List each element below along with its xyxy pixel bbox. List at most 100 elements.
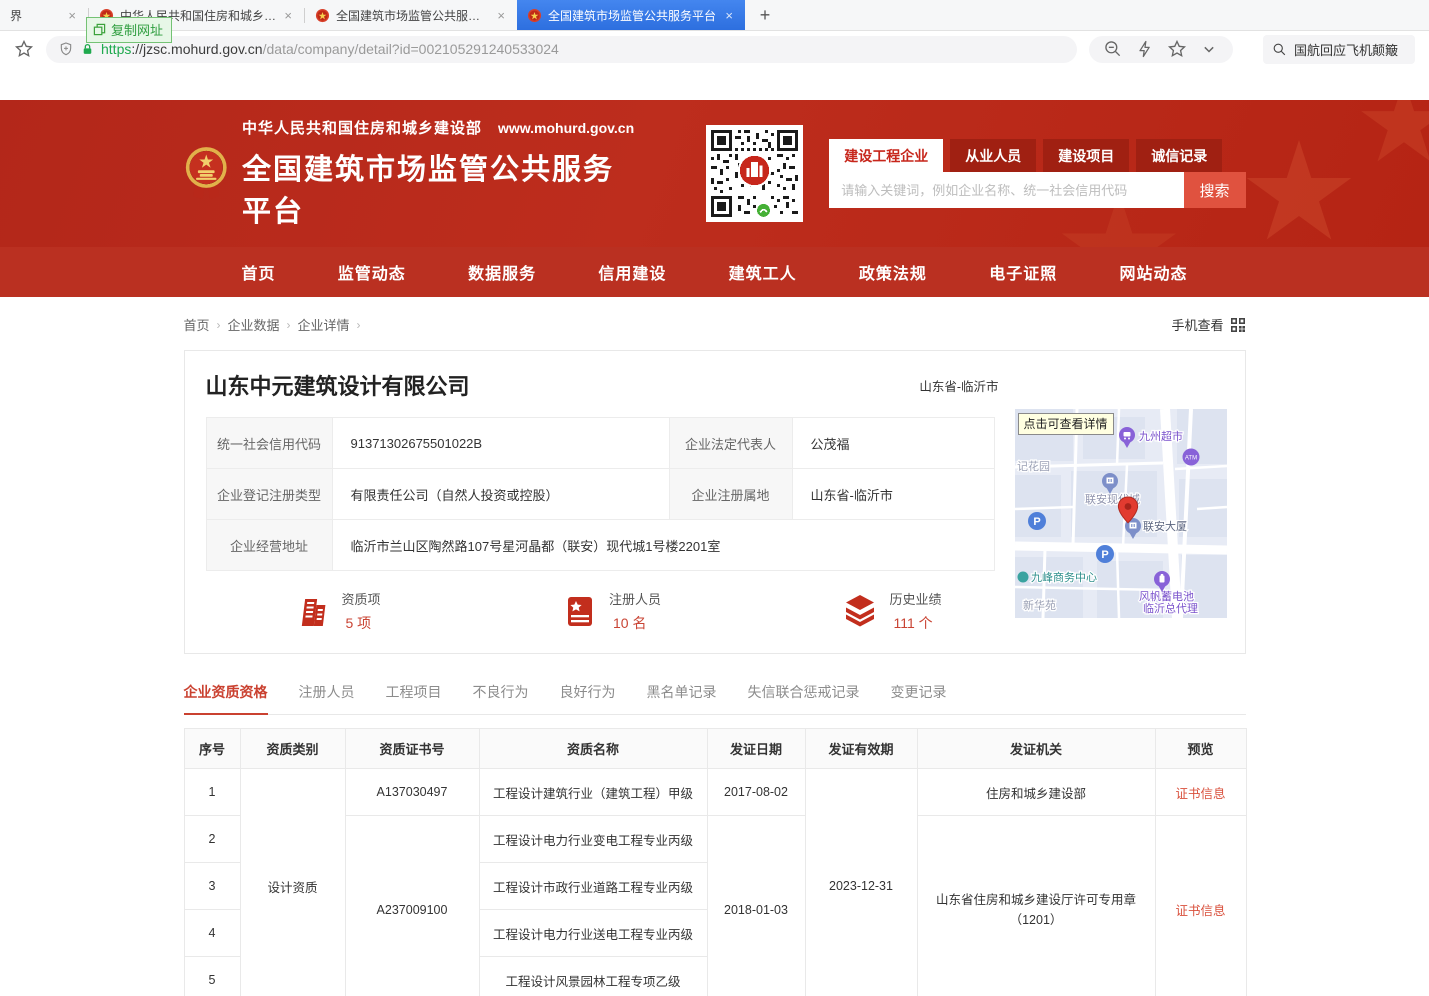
ministry-name: 中华人民共和国住房和城乡建设部 bbox=[242, 120, 482, 137]
cell-cert-name: 工程设计电力行业送电工程专业丙级 bbox=[479, 910, 707, 957]
map-label-garden: 记花园 bbox=[1017, 460, 1050, 473]
stat-value: 111 个 bbox=[889, 613, 941, 633]
tab-dishonesty[interactable]: 失信联合惩戒记录 bbox=[748, 682, 860, 714]
browser-tab-jzsc[interactable]: 全国建筑市场监管公共服务平台 × bbox=[305, 0, 517, 30]
stat-label: 注册人员 bbox=[609, 589, 661, 608]
browser-tab-active[interactable]: 全国建筑市场监管公共服务平台 × bbox=[517, 0, 745, 30]
nav-item-credit[interactable]: 信用建设 bbox=[598, 260, 666, 284]
detail-tabs: 企业资质资格 注册人员 工程项目 不良行为 良好行为 黑名单记录 失信联合惩戒记… bbox=[184, 682, 1246, 715]
new-tab-button[interactable]: + bbox=[745, 0, 785, 30]
map-label-battery-line2: 临沂总代理 bbox=[1143, 601, 1198, 615]
chevron-down-icon[interactable] bbox=[1199, 39, 1219, 59]
breadcrumb-home[interactable]: 首页 bbox=[184, 315, 210, 334]
nav-item-policy[interactable]: 政策法规 bbox=[859, 260, 927, 284]
tab-change-records[interactable]: 变更记录 bbox=[891, 682, 947, 714]
url-host: ://jzsc.mohurd.gov.cn bbox=[131, 41, 262, 57]
authority-line1: 山东省住房和城乡建设厅许可专用章 bbox=[924, 890, 1149, 910]
mobile-view-button[interactable]: 手机查看 bbox=[1171, 315, 1245, 334]
browser-tab-strip: 界 × 中华人民共和国住房和城乡建设 × 全国建筑市场监管公共服务平台 × 全国… bbox=[0, 0, 1429, 31]
nav-item-site-news[interactable]: 网站动态 bbox=[1119, 260, 1187, 284]
mobile-view-label: 手机查看 bbox=[1171, 315, 1223, 334]
nav-item-home[interactable]: 首页 bbox=[242, 260, 276, 284]
tab-good-behavior[interactable]: 良好行为 bbox=[560, 682, 616, 714]
reg-type-value: 有限责任公司（自然人投资或控股） bbox=[332, 469, 669, 520]
shield-icon[interactable] bbox=[58, 41, 74, 57]
company-stats: 资质项 5 项 注册人员 10 名 历史业绩 111 个 bbox=[294, 589, 942, 633]
search-button[interactable]: 搜索 bbox=[1184, 172, 1246, 208]
nav-item-workers[interactable]: 建筑工人 bbox=[729, 260, 797, 284]
tab-qualifications[interactable]: 企业资质资格 bbox=[184, 682, 268, 715]
credit-code-value: 91371302675501022B bbox=[332, 418, 669, 469]
map-label-parking: P bbox=[1101, 549, 1108, 561]
header-search-widget: 建设工程企业 从业人员 建设项目 诚信记录 搜索 bbox=[829, 139, 1245, 208]
nav-item-supervision[interactable]: 监管动态 bbox=[338, 260, 406, 284]
cell-validity: 2023-12-31 bbox=[805, 769, 917, 996]
search-icon bbox=[1272, 42, 1287, 57]
authority-line2: （1201） bbox=[924, 910, 1149, 930]
tab-close-icon[interactable]: × bbox=[495, 8, 507, 23]
browser-search-box[interactable]: 国航回应飞机颠簸 bbox=[1263, 35, 1415, 64]
lightning-icon[interactable] bbox=[1135, 39, 1155, 59]
search-tab-project[interactable]: 建设项目 bbox=[1043, 139, 1129, 172]
map-label-battery-line1: 风帆蓄电池 bbox=[1139, 589, 1194, 603]
browser-tab-cut[interactable]: 界 × bbox=[0, 0, 88, 30]
nav-item-data-service[interactable]: 数据服务 bbox=[468, 260, 536, 284]
info-row: 企业经营地址 临沂市兰山区陶然路107号星河晶都（联安）现代城1号楼2201室 bbox=[206, 520, 994, 571]
favorite-star-icon[interactable] bbox=[1167, 39, 1187, 59]
main-nav: 首页 监管动态 数据服务 信用建设 建筑工人 政策法规 电子证照 网站动态 bbox=[0, 247, 1429, 297]
address-field[interactable]: https://jzsc.mohurd.gov.cn/data/company/… bbox=[46, 36, 1077, 63]
copy-icon bbox=[93, 23, 106, 36]
search-tab-credit[interactable]: 诚信记录 bbox=[1136, 139, 1222, 172]
tab-registered-personnel[interactable]: 注册人员 bbox=[299, 682, 355, 714]
certificate-info-link[interactable]: 证书信息 bbox=[1175, 787, 1225, 801]
browser-url-bar: https://jzsc.mohurd.gov.cn/data/company/… bbox=[0, 31, 1429, 67]
url-scheme: https bbox=[101, 41, 131, 57]
url-text: https://jzsc.mohurd.gov.cn/data/company/… bbox=[101, 41, 559, 57]
col-authority: 发证机关 bbox=[917, 729, 1155, 769]
cell-index: 3 bbox=[184, 863, 240, 910]
nav-item-e-license[interactable]: 电子证照 bbox=[989, 260, 1057, 284]
breadcrumb-company-data[interactable]: 企业数据 bbox=[228, 315, 280, 334]
site-logo-block: 中华人民共和国住房和城乡建设部www.mohurd.gov.cn 全国建筑市场监… bbox=[184, 117, 645, 230]
cell-index: 4 bbox=[184, 910, 240, 957]
cell-index: 5 bbox=[184, 957, 240, 996]
tab-blacklist[interactable]: 黑名单记录 bbox=[647, 682, 717, 714]
cell-cert-name: 工程设计建筑行业（建筑工程）甲级 bbox=[479, 769, 707, 816]
cell-cert-no: A237009100 bbox=[345, 816, 479, 996]
search-tab-personnel[interactable]: 从业人员 bbox=[950, 139, 1036, 172]
tab-close-icon[interactable]: × bbox=[66, 8, 78, 23]
url-action-icons bbox=[1089, 36, 1233, 63]
info-row: 统一社会信用代码 91371302675501022B 企业法定代表人 公茂福 bbox=[206, 418, 994, 469]
col-issue-date: 发证日期 bbox=[707, 729, 805, 769]
layers-icon bbox=[841, 591, 879, 631]
col-validity: 发证有效期 bbox=[805, 729, 917, 769]
col-preview: 预览 bbox=[1155, 729, 1246, 769]
cell-authority: 住房和城乡建设部 bbox=[917, 769, 1155, 816]
breadcrumb: 首页 › 企业数据 › 企业详情 › 手机查看 bbox=[184, 297, 1246, 334]
company-name: 山东中元建筑设计有限公司 bbox=[206, 369, 470, 401]
reg-area-value: 山东省-临沂市 bbox=[792, 469, 994, 520]
copy-url-tooltip[interactable]: 复制网址 bbox=[86, 17, 172, 43]
map-label-building: 联安大厦 bbox=[1143, 519, 1187, 533]
cell-issue-date: 2018-01-03 bbox=[707, 816, 805, 996]
copy-url-label: 复制网址 bbox=[111, 20, 163, 39]
cell-authority: 山东省住房和城乡建设厅许可专用章 （1201） bbox=[917, 816, 1155, 996]
stat-value: 10 名 bbox=[609, 613, 661, 633]
site-favicon-icon bbox=[527, 8, 542, 23]
cert-table: 序号 资质类别 资质证书号 资质名称 发证日期 发证有效期 发证机关 预览 1 … bbox=[184, 728, 1247, 996]
company-location-map[interactable]: 点击可查看详情 bbox=[1015, 409, 1227, 618]
keyword-search-input[interactable] bbox=[829, 172, 1183, 208]
breadcrumb-company-detail: 企业详情 bbox=[298, 315, 350, 334]
bookmark-star-icon[interactable] bbox=[14, 39, 34, 59]
certificate-info-link[interactable]: 证书信息 bbox=[1175, 904, 1225, 918]
zoom-out-icon[interactable] bbox=[1103, 39, 1123, 59]
stat-registered-personnel: 注册人员 10 名 bbox=[561, 589, 661, 633]
tab-close-icon[interactable]: × bbox=[282, 8, 294, 23]
tab-bad-behavior[interactable]: 不良行为 bbox=[473, 682, 529, 714]
search-tab-enterprise[interactable]: 建设工程企业 bbox=[829, 139, 943, 172]
tab-close-icon[interactable]: × bbox=[723, 8, 735, 23]
url-path: /data/company/detail?id=0021052912405330… bbox=[263, 41, 559, 57]
map-label-xinhua: 新华苑 bbox=[1023, 598, 1056, 612]
site-title: 全国建筑市场监管公共服务平台 bbox=[242, 146, 644, 230]
tab-projects[interactable]: 工程项目 bbox=[386, 682, 442, 714]
